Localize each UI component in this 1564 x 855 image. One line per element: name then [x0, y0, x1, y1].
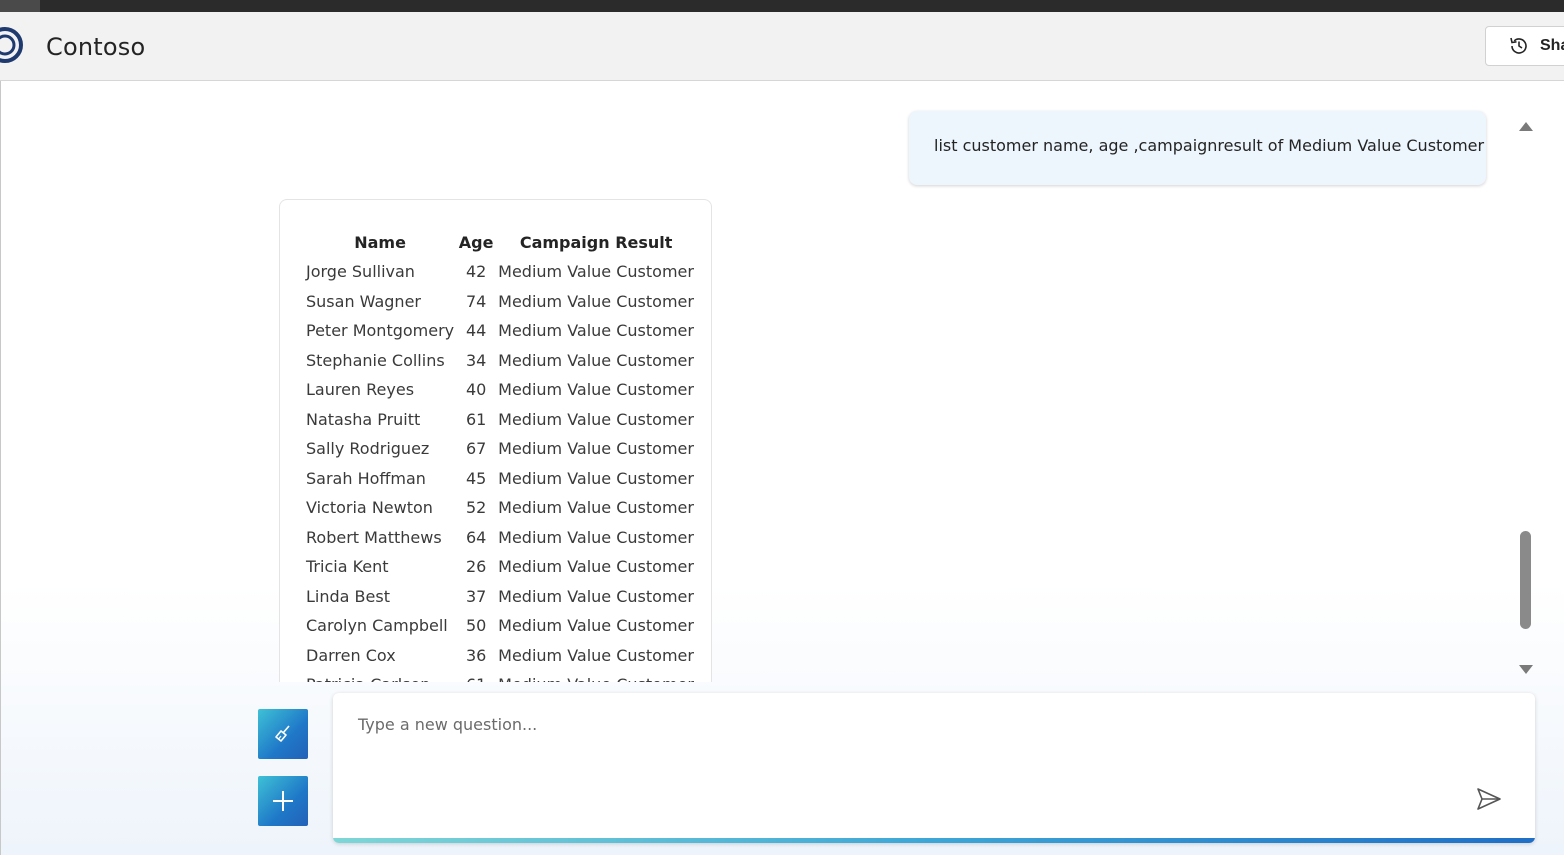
clear-chat-button[interactable] [258, 709, 308, 759]
input-accent-underline [333, 838, 1535, 843]
table-row: Stephanie Collins 34 Medium Value Customer [304, 346, 696, 376]
cell-name: Stephanie Collins [306, 350, 445, 370]
cell-campaign-result: Medium Value Customer [498, 380, 694, 400]
cell-name: Robert Matthews [306, 527, 442, 547]
cell-age: 50 [465, 616, 487, 636]
cell-campaign-result: Medium Value Customer [498, 439, 694, 459]
send-icon [1477, 788, 1501, 810]
table-row: Linda Best 37 Medium Value Customer [304, 582, 696, 612]
cell-age: 61 [465, 409, 487, 429]
cell-campaign-result: Medium Value Customer [498, 291, 694, 311]
user-message-bubble: list customer name, age ,campaignresult … [909, 111, 1486, 185]
cell-campaign-result: Medium Value Customer [498, 498, 694, 518]
table-row: Jorge Sullivan 42 Medium Value Customer [304, 257, 696, 287]
cell-name: Sally Rodriguez [306, 439, 430, 459]
cell-name: Patricia Carlson [304, 670, 456, 682]
send-button[interactable] [1473, 785, 1505, 813]
app-title: Contoso [46, 33, 146, 61]
cell-age: 42 [465, 262, 487, 282]
cell-campaign-result: Medium Value Customer [498, 557, 694, 577]
cell-age: 67 [465, 439, 487, 459]
cell-age: 44 [465, 321, 487, 341]
cell-name: Darren Cox [306, 645, 396, 665]
cell-campaign-result: Medium Value Customer [498, 262, 694, 282]
cell-campaign-result: Medium Value Customer [498, 527, 694, 547]
cell-name: Carolyn Campbell [306, 616, 448, 636]
contoso-logo-icon [0, 27, 23, 63]
table-header-row: Name Age Campaign Result [304, 227, 696, 257]
table-row: Peter Montgomery 44 Medium Value Customer [304, 316, 696, 346]
cell-age: 36 [465, 645, 487, 665]
history-icon [1510, 37, 1527, 54]
cell-campaign-result: Medium Value Customer [496, 670, 696, 682]
answer-card: Name Age Campaign Result Jorge Sullivan 4… [279, 199, 712, 682]
cell-age: 26 [465, 557, 487, 577]
table-row: Susan Wagner 74 Medium Value Customer [304, 287, 696, 317]
question-input[interactable] [333, 693, 1535, 838]
chat-scrollbar[interactable] [1516, 112, 1536, 678]
table-row: Carolyn Campbell 50 Medium Value Customer [304, 611, 696, 641]
app-header: Contoso Share [0, 12, 1564, 81]
window-top-strip [0, 0, 1564, 12]
cell-age: 37 [465, 586, 487, 606]
cell-name: Linda Best [306, 586, 390, 606]
column-header-name: Name [354, 232, 406, 252]
cell-age: 74 [465, 291, 487, 311]
table-row: Darren Cox 36 Medium Value Customer [304, 641, 696, 671]
table-row: Robert Matthews 64 Medium Value Customer [304, 523, 696, 553]
scroll-down-arrow-icon[interactable] [1519, 665, 1533, 674]
cell-age: 61 [456, 670, 496, 682]
scroll-thumb[interactable] [1520, 531, 1531, 629]
cell-campaign-result: Medium Value Customer [498, 468, 694, 488]
cell-campaign-result: Medium Value Customer [498, 645, 694, 665]
share-button[interactable]: Share [1485, 26, 1564, 66]
column-header-campaign-result: Campaign Result [519, 232, 673, 252]
table-row: Lauren Reyes 40 Medium Value Customer [304, 375, 696, 405]
cell-name: Tricia Kent [306, 557, 389, 577]
column-header-age: Age [458, 232, 494, 252]
table-row: Sally Rodriguez 67 Medium Value Customer [304, 434, 696, 464]
scroll-up-arrow-icon[interactable] [1519, 122, 1533, 131]
question-input-container [333, 693, 1535, 843]
broom-icon [275, 725, 290, 742]
cell-name: Victoria Newton [306, 498, 433, 518]
cell-name: Sarah Hoffman [306, 468, 426, 488]
plus-icon [273, 791, 293, 811]
cell-name: Susan Wagner [306, 291, 421, 311]
cell-age: 45 [465, 468, 487, 488]
table-row: Sarah Hoffman 45 Medium Value Customer [304, 464, 696, 494]
results-table: Name Age Campaign Result Jorge Sullivan 4… [304, 227, 696, 683]
cell-age: 52 [465, 498, 487, 518]
table-row: Natasha Pruitt 61 Medium Value Customer [304, 405, 696, 435]
cell-campaign-result: Medium Value Customer [498, 321, 694, 341]
share-button-label: Share [1540, 37, 1564, 54]
table-row: Tricia Kent 26 Medium Value Customer [304, 552, 696, 582]
cell-campaign-result: Medium Value Customer [498, 409, 694, 429]
cell-campaign-result: Medium Value Customer [498, 586, 694, 606]
cell-campaign-result: Medium Value Customer [498, 350, 694, 370]
cell-name: Jorge Sullivan [306, 262, 415, 282]
table-row: Victoria Newton 52 Medium Value Customer [304, 493, 696, 523]
cell-campaign-result: Medium Value Customer [498, 616, 694, 636]
cell-age: 64 [465, 527, 487, 547]
cell-name: Natasha Pruitt [306, 409, 421, 429]
cell-age: 34 [465, 350, 487, 370]
cell-name: Lauren Reyes [306, 380, 415, 400]
table-row: Patricia Carlson61Medium Value Customer [304, 670, 696, 682]
cell-age: 40 [465, 380, 487, 400]
new-chat-button[interactable] [258, 776, 308, 826]
cell-name: Peter Montgomery [306, 321, 455, 341]
